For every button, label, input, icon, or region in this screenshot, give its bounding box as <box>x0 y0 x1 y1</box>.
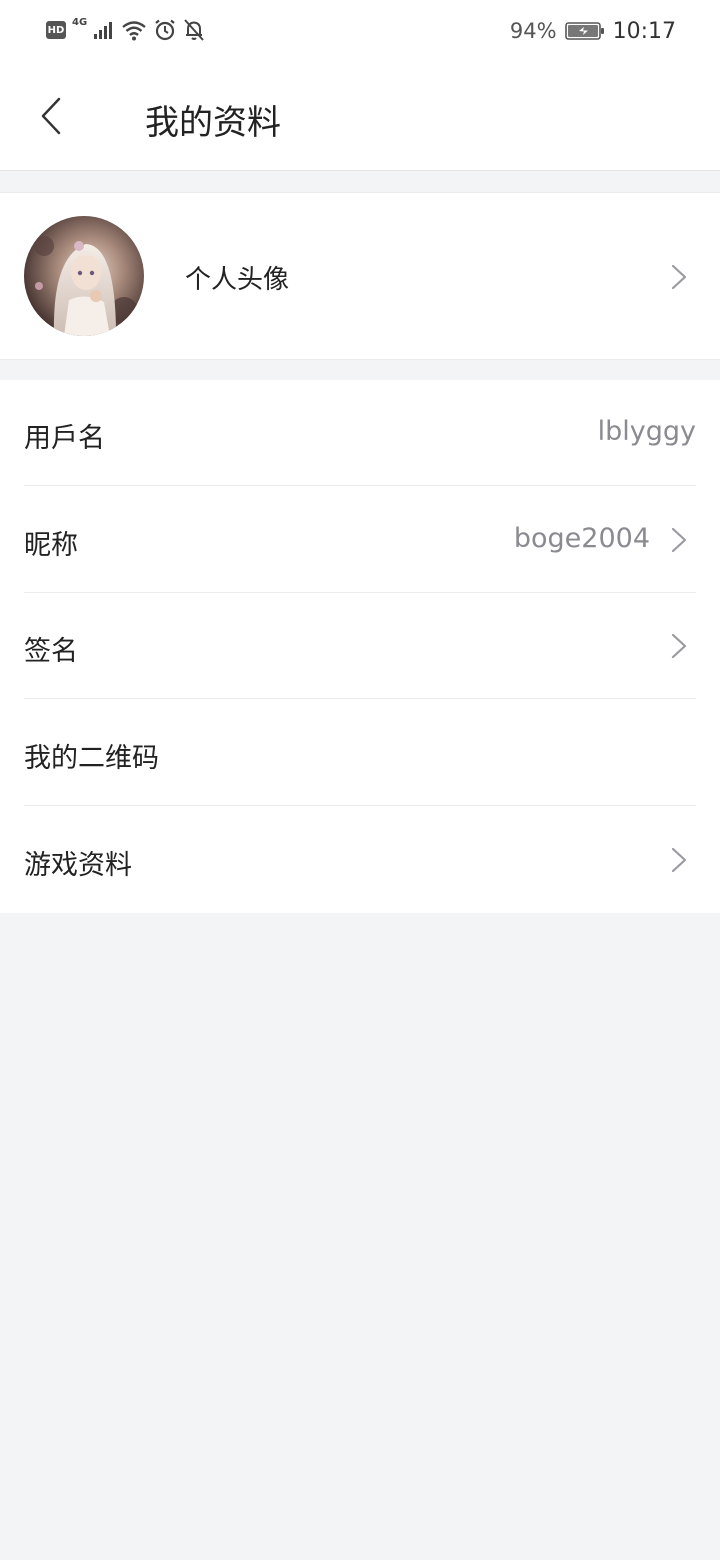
wifi-icon <box>122 21 146 41</box>
alarm-icon <box>155 19 175 41</box>
profile-info-list: 用戶名 lblyggy 昵称 boge2004 签名 我的二维码 游戏资料 <box>0 380 720 913</box>
chevron-left-icon <box>41 97 61 135</box>
chevron-right-icon <box>671 527 687 553</box>
username-label: 用戶名 <box>24 423 105 454</box>
username-value: lblyggy <box>597 416 696 447</box>
avatar-row[interactable]: 个人头像 <box>0 192 720 360</box>
bell-off-icon <box>184 19 204 41</box>
game-profile-label: 游戏资料 <box>24 850 132 881</box>
battery-percent: 94% <box>509 19 557 43</box>
nickname-row[interactable]: 昵称 boge2004 <box>24 487 696 593</box>
clock: 10:17 <box>612 18 676 44</box>
qr-code-label: 我的二维码 <box>24 743 159 774</box>
qr-code-row[interactable]: 我的二维码 <box>24 700 696 806</box>
status-bar-left: HD 4G <box>46 17 205 43</box>
avatar-label: 个人头像 <box>185 265 290 295</box>
back-button[interactable] <box>26 90 76 142</box>
nickname-label: 昵称 <box>24 530 78 561</box>
signature-row[interactable]: 签名 <box>24 593 696 699</box>
game-profile-row[interactable]: 游戏资料 <box>24 807 696 913</box>
page-title: 我的资料 <box>145 103 281 143</box>
hd-badge: HD <box>46 21 66 39</box>
status-bar: HD 4G 94% 10:17 <box>0 0 720 62</box>
username-row: 用戶名 lblyggy <box>24 380 696 486</box>
battery-charging-icon <box>564 22 604 40</box>
avatar-image <box>24 216 144 336</box>
status-bar-right: 94% 10:17 <box>510 17 676 45</box>
app-header: 我的资料 <box>0 62 720 171</box>
chevron-right-icon <box>671 633 687 659</box>
network-type: 4G <box>72 17 88 28</box>
signal-icon <box>94 22 113 39</box>
signature-label: 签名 <box>24 636 78 667</box>
avatar <box>24 216 144 336</box>
chevron-right-icon <box>671 264 687 290</box>
chevron-right-icon <box>671 847 687 873</box>
nickname-value: boge2004 <box>513 523 650 554</box>
